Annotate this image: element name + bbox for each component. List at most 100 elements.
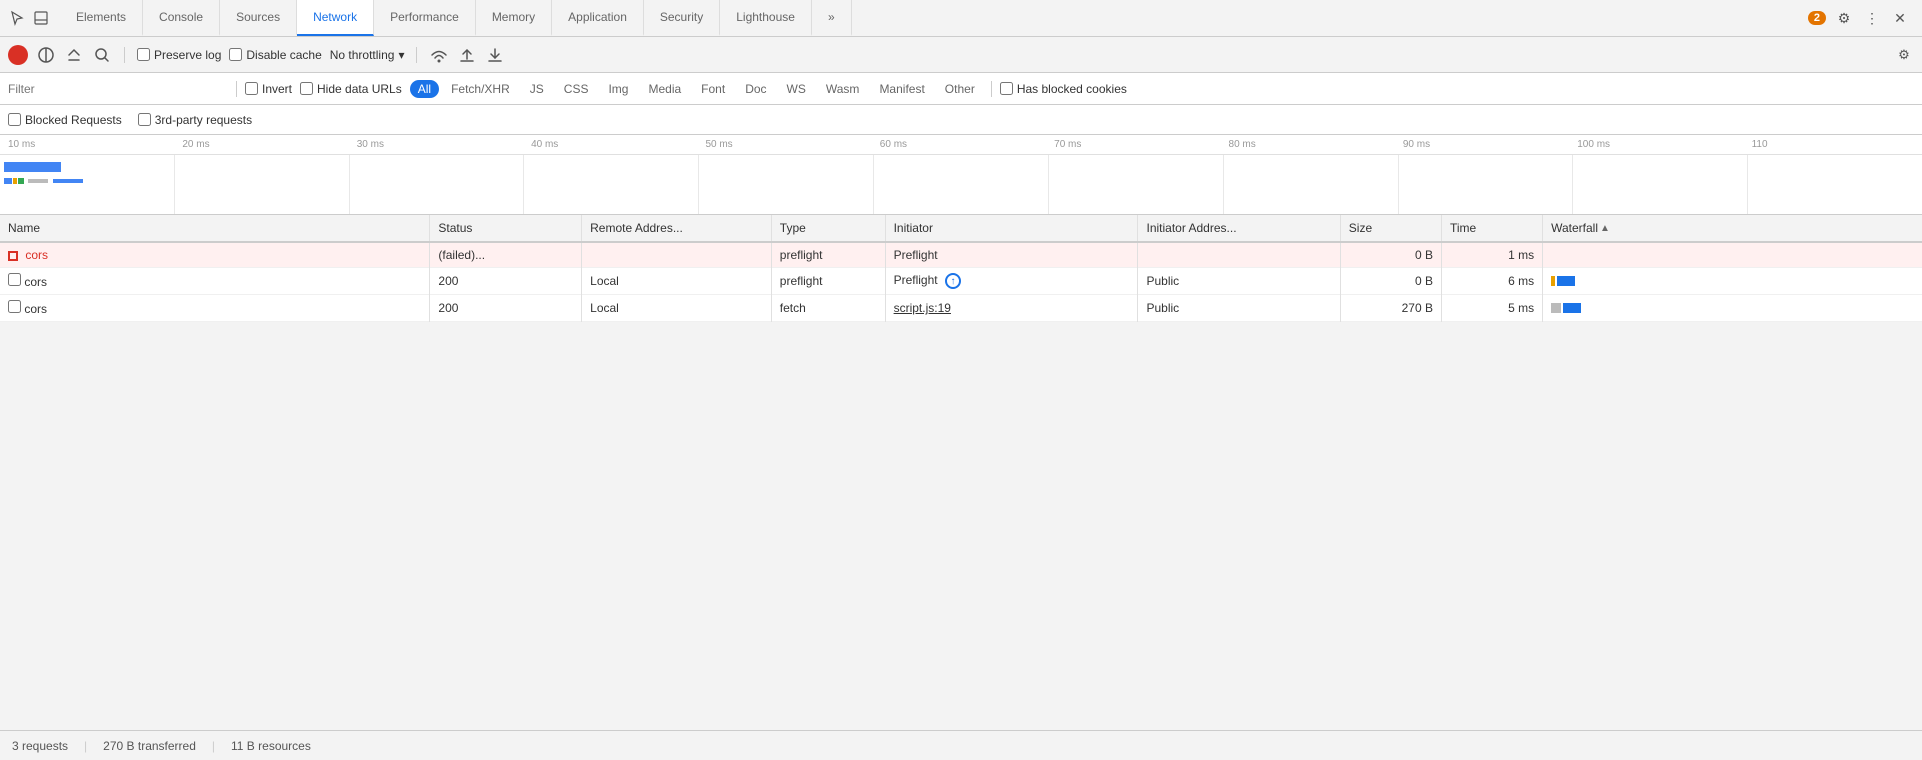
hide-data-urls-input[interactable]	[300, 82, 313, 95]
filter-divider-1	[236, 81, 237, 97]
table-row[interactable]: cors (failed)... preflight Preflight 0 B…	[0, 242, 1922, 268]
table-row[interactable]: cors 200 Local preflight Preflight ↑ Pub…	[0, 268, 1922, 295]
settings-icon[interactable]: ⚙	[1834, 8, 1854, 28]
td-waterfall-3	[1543, 295, 1922, 322]
th-type[interactable]: Type	[771, 215, 885, 242]
td-remote-1	[582, 242, 772, 268]
filter-input[interactable]	[8, 82, 228, 96]
tab-memory[interactable]: Memory	[476, 0, 552, 36]
timeline-bar-1-blue	[4, 162, 61, 172]
cursor-icon[interactable]	[8, 9, 26, 27]
th-remote[interactable]: Remote Addres...	[582, 215, 772, 242]
table-header: Name Status Remote Addres... Type Initia…	[0, 215, 1922, 242]
timeline-label-110: 110	[1748, 139, 1922, 150]
tab-application[interactable]: Application	[552, 0, 644, 36]
toolbar-divider-2	[416, 47, 417, 63]
th-waterfall[interactable]: Waterfall ▲	[1543, 215, 1922, 242]
row-checkbox-3[interactable]	[8, 300, 21, 313]
filter-chip-font[interactable]: Font	[693, 80, 733, 98]
blocked-requests-input[interactable]	[8, 113, 21, 126]
td-type-3: fetch	[771, 295, 885, 322]
timeline-labels: 10 ms 20 ms 30 ms 40 ms 50 ms 60 ms 70 m…	[0, 139, 1922, 155]
filter-chip-img[interactable]: Img	[600, 80, 636, 98]
th-name[interactable]: Name	[0, 215, 430, 242]
td-time-1: 1 ms	[1441, 242, 1542, 268]
search-icon[interactable]	[92, 45, 112, 65]
network-settings-icon[interactable]: ⚙	[1894, 45, 1914, 65]
th-initiator[interactable]: Initiator	[885, 215, 1138, 242]
td-name-1: cors	[0, 242, 430, 268]
preflight-refresh-icon[interactable]: ↑	[945, 273, 961, 289]
tab-console[interactable]: Console	[143, 0, 220, 36]
filter-chip-ws[interactable]: WS	[779, 80, 814, 98]
filter-chip-doc[interactable]: Doc	[737, 80, 774, 98]
tab-elements[interactable]: Elements	[60, 0, 143, 36]
issues-badge[interactable]: 2	[1808, 11, 1826, 25]
download-icon[interactable]	[485, 45, 505, 65]
waterfall-bars-2	[1551, 275, 1914, 287]
disable-cache-checkbox[interactable]: Disable cache	[229, 48, 321, 62]
td-status-1: (failed)...	[430, 242, 582, 268]
invert-checkbox[interactable]: Invert	[245, 82, 292, 96]
clear-button[interactable]	[64, 45, 84, 65]
tab-lighthouse[interactable]: Lighthouse	[720, 0, 812, 36]
waterfall-timeline: 10 ms 20 ms 30 ms 40 ms 50 ms 60 ms 70 m…	[0, 135, 1922, 215]
td-waterfall-2	[1543, 268, 1922, 295]
filter-chip-all[interactable]: All	[410, 80, 439, 98]
hide-data-urls-checkbox[interactable]: Hide data URLs	[300, 82, 402, 96]
network-table-wrapper: Name Status Remote Addres... Type Initia…	[0, 215, 1922, 745]
td-initiator-3: script.js:19	[885, 295, 1138, 322]
dock-icon[interactable]	[32, 9, 50, 27]
tab-performance[interactable]: Performance	[374, 0, 476, 36]
timeline-bars	[4, 159, 1918, 187]
table-row[interactable]: cors 200 Local fetch script.js:19 Public…	[0, 295, 1922, 322]
error-square-icon	[8, 251, 18, 261]
filter-chip-js[interactable]: JS	[522, 80, 552, 98]
has-blocked-cookies-checkbox[interactable]: Has blocked cookies	[1000, 82, 1127, 96]
td-time-2: 6 ms	[1441, 268, 1542, 295]
upload-icon[interactable]	[457, 45, 477, 65]
chevron-down-icon: ▾	[398, 48, 404, 62]
timeline-label-80ms: 80 ms	[1225, 139, 1399, 150]
third-party-input[interactable]	[138, 113, 151, 126]
record-button[interactable]	[8, 45, 28, 65]
tab-network[interactable]: Network	[297, 0, 374, 36]
td-initiator-addr-3: Public	[1138, 295, 1340, 322]
tab-bar: Elements Console Sources Network Perform…	[0, 0, 1922, 37]
more-icon[interactable]: ⋮	[1862, 8, 1882, 28]
row-checkbox-2[interactable]	[8, 273, 21, 286]
blocked-requests-checkbox[interactable]: Blocked Requests	[8, 113, 122, 127]
filter-bar: Invert Hide data URLs All Fetch/XHR JS C…	[0, 73, 1922, 105]
third-party-checkbox[interactable]: 3rd-party requests	[138, 113, 252, 127]
th-initiator-addr[interactable]: Initiator Addres...	[1138, 215, 1340, 242]
td-initiator-1: Preflight	[885, 242, 1138, 268]
filter-chip-fetch-xhr[interactable]: Fetch/XHR	[443, 80, 518, 98]
filter-chip-manifest[interactable]: Manifest	[871, 80, 932, 98]
tab-security[interactable]: Security	[644, 0, 720, 36]
td-time-3: 5 ms	[1441, 295, 1542, 322]
th-size[interactable]: Size	[1340, 215, 1441, 242]
td-initiator-addr-1	[1138, 242, 1340, 268]
td-size-2: 0 B	[1340, 268, 1441, 295]
disable-cache-input[interactable]	[229, 48, 242, 61]
timeline-bar-row-1	[4, 162, 1918, 174]
preserve-log-input[interactable]	[137, 48, 150, 61]
filter-chip-other[interactable]: Other	[937, 80, 983, 98]
network-table: Name Status Remote Addres... Type Initia…	[0, 215, 1922, 322]
throttle-dropdown[interactable]: No throttling ▾	[330, 48, 405, 62]
filter-chip-css[interactable]: CSS	[556, 80, 597, 98]
th-status[interactable]: Status	[430, 215, 582, 242]
preserve-log-checkbox[interactable]: Preserve log	[137, 48, 221, 62]
tab-sources[interactable]: Sources	[220, 0, 297, 36]
filter-chip-media[interactable]: Media	[640, 80, 689, 98]
close-icon[interactable]: ✕	[1890, 8, 1910, 28]
th-time[interactable]: Time	[1441, 215, 1542, 242]
wifi-icon[interactable]	[429, 45, 449, 65]
filter-chip-wasm[interactable]: Wasm	[818, 80, 868, 98]
has-blocked-cookies-input[interactable]	[1000, 82, 1013, 95]
filter-divider-2	[991, 81, 992, 97]
invert-input[interactable]	[245, 82, 258, 95]
stop-button[interactable]	[36, 45, 56, 65]
timeline-label-70ms: 70 ms	[1050, 139, 1224, 150]
tab-more[interactable]: »	[812, 0, 852, 36]
